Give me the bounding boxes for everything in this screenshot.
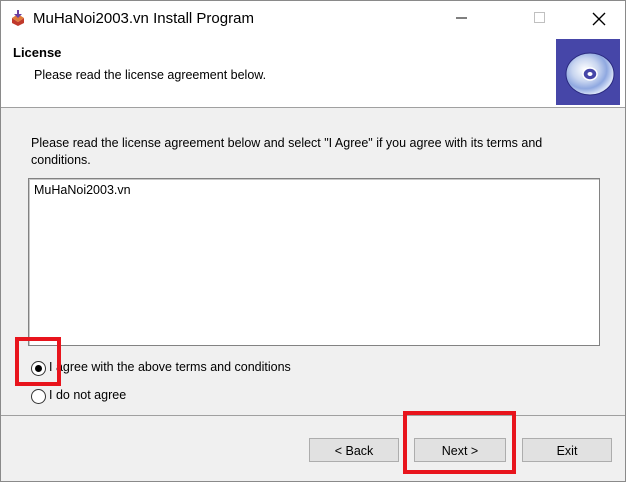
close-icon: [592, 12, 606, 26]
window-title: MuHaNoi2003.vn Install Program: [33, 10, 254, 27]
minimize-button[interactable]: [439, 1, 485, 35]
disagree-label[interactable]: I do not agree: [49, 388, 126, 402]
instructions-text: Please read the license agreement below …: [31, 136, 543, 167]
license-page: Please read the license agreement below …: [1, 108, 625, 415]
close-button[interactable]: [575, 1, 621, 35]
minimize-icon: [456, 17, 467, 19]
disagree-radio[interactable]: [31, 389, 46, 404]
installer-icon: [9, 9, 27, 27]
back-button[interactable]: < Back: [309, 438, 399, 462]
page-subtitle: Please read the license agreement below.: [34, 68, 267, 82]
radio-highlight-box: [15, 337, 61, 386]
license-content: MuHaNoi2003.vn: [34, 183, 131, 197]
cd-disc-icon: [556, 39, 620, 105]
exit-button[interactable]: Exit: [522, 438, 612, 462]
license-textbox[interactable]: MuHaNoi2003.vn: [28, 178, 600, 346]
next-highlight-box: [403, 411, 516, 474]
wizard-header: License Please read the license agreemen…: [1, 35, 625, 108]
agree-label[interactable]: I agree with the above terms and conditi…: [49, 360, 291, 374]
title-bar: MuHaNoi2003.vn Install Program: [1, 1, 625, 35]
installer-window: MuHaNoi2003.vn Install Program License P…: [0, 0, 626, 482]
maximize-button[interactable]: [517, 1, 563, 35]
page-title: License: [13, 45, 62, 60]
wizard-footer: < Back Next > Exit: [1, 415, 625, 482]
maximize-icon: [534, 12, 545, 23]
